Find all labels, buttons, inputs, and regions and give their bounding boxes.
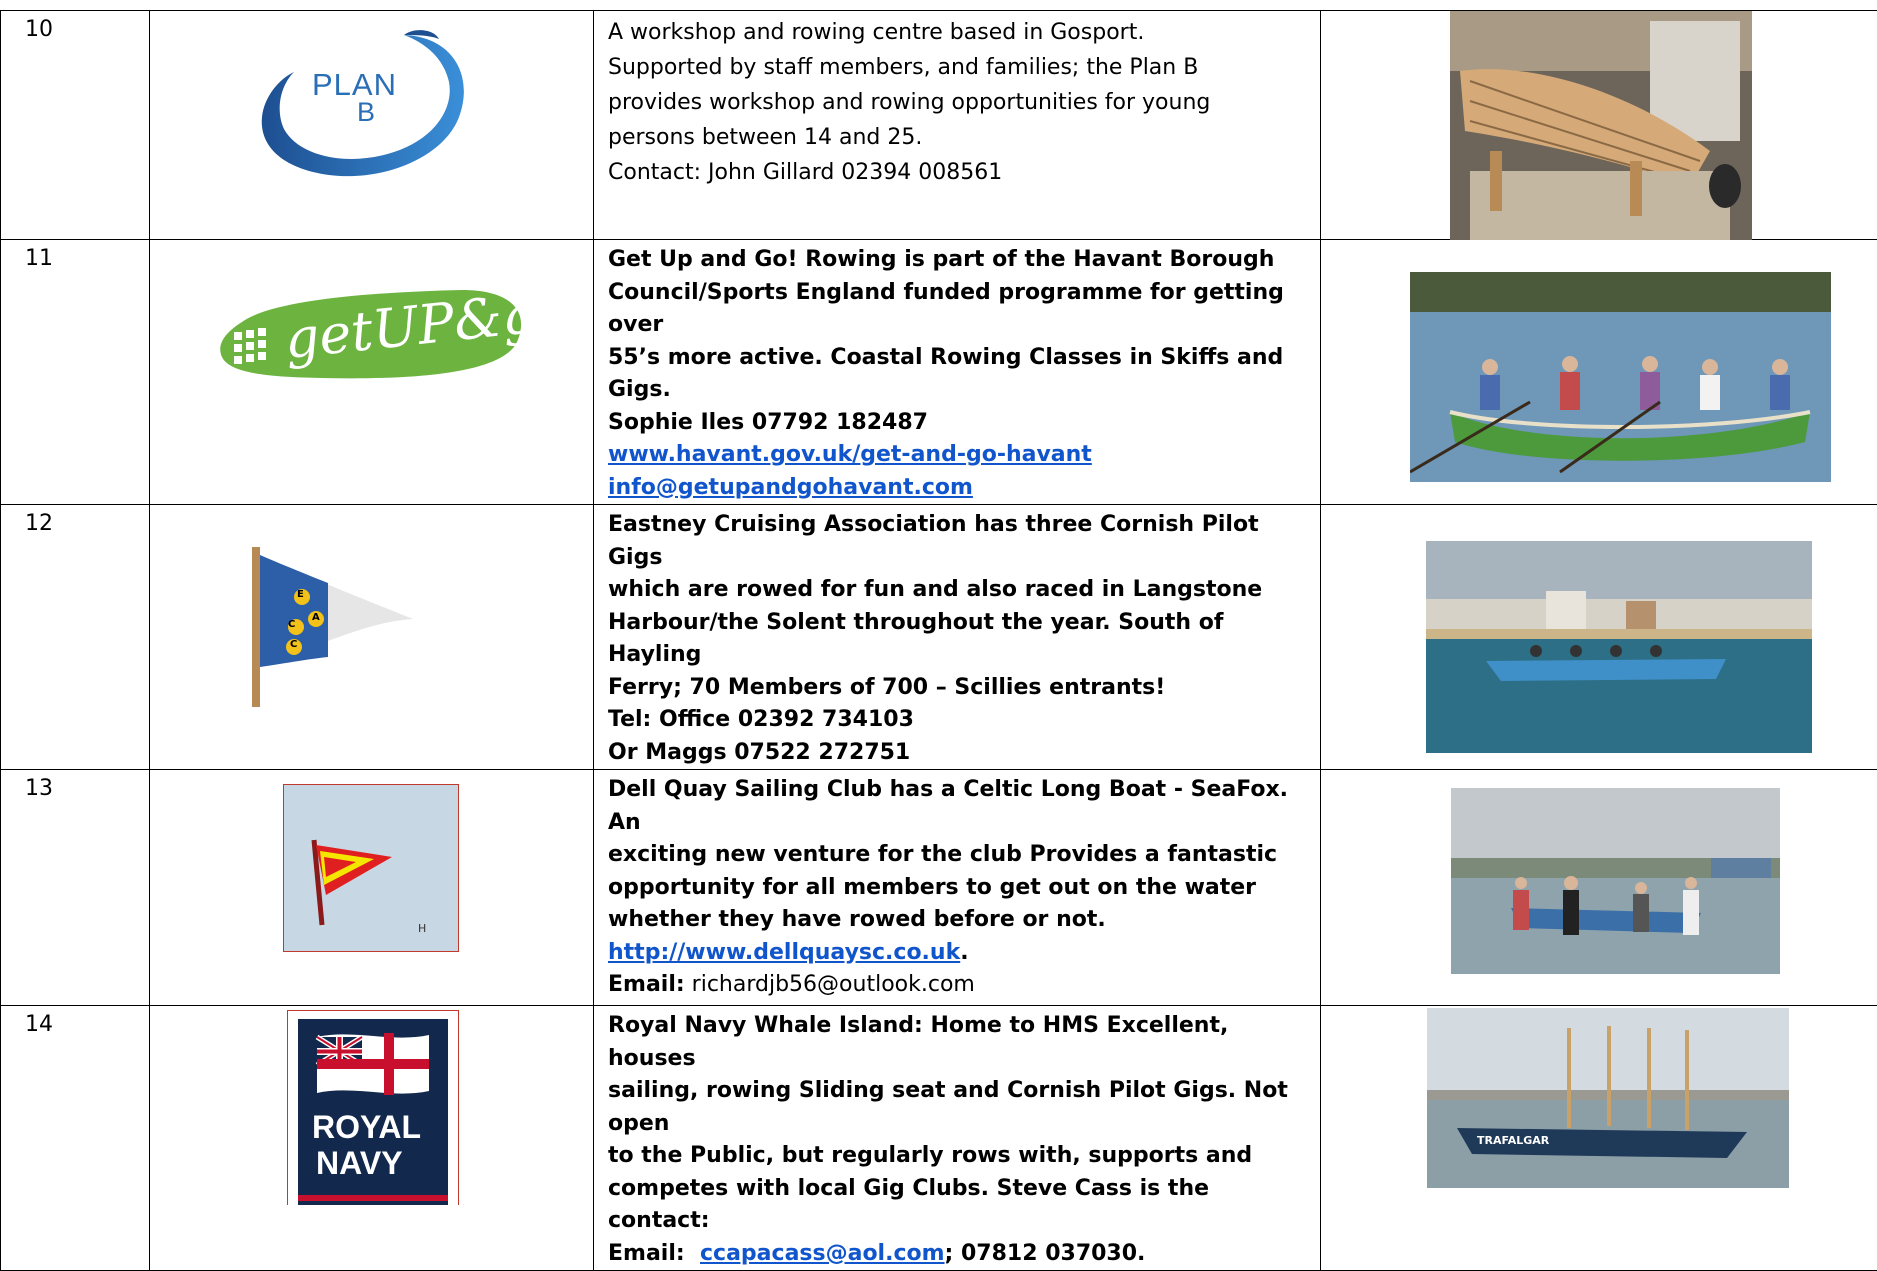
description-line: Get Up and Go! Rowing is part of the Hav… <box>608 244 1306 277</box>
logo-mark: H <box>418 922 426 935</box>
description-line: Supported by staff members, and families… <box>608 50 1306 85</box>
description-line: to the Public, but regularly rows with, … <box>608 1140 1306 1173</box>
burgee-letter: C <box>290 639 297 650</box>
table-row: 13 H Dell Quay Sailing Club has a Celtic… <box>1 770 1877 1006</box>
description-line: Tel: Office 02392 734103 <box>608 704 1306 737</box>
email-suffix: ; 07812 037030. <box>945 1241 1146 1266</box>
photo-cell <box>1321 505 1877 770</box>
table-row: 11 getUP&go! Get Up and Go! Rowing is pa… <box>1 240 1877 505</box>
description-cell: Royal Navy Whale Island: Home to HMS Exc… <box>594 1006 1321 1271</box>
plan-b-logo-line1: PLAN <box>312 67 397 103</box>
email-link[interactable]: ccapacass@aol.com <box>700 1241 945 1266</box>
description-line: whether they have rowed before or not. <box>608 904 1306 937</box>
description-cell: A workshop and rowing centre based in Go… <box>594 11 1321 240</box>
rowing-photo <box>1410 272 1831 482</box>
email-value: richardjb56@outlook.com <box>685 972 975 997</box>
description-line: 55’s more active. Coastal Rowing Classes… <box>608 342 1306 407</box>
royal-navy-logo-cell: ROYAL NAVY <box>150 1006 594 1271</box>
description-line: opportunity for all members to get out o… <box>608 872 1306 905</box>
burgee-letter: A <box>312 612 320 623</box>
email-label: Email: <box>608 972 685 997</box>
workshop-photo <box>1450 11 1752 240</box>
description-line: competes with local Gig Clubs. Steve Cas… <box>608 1173 1306 1238</box>
eastney-burgee-logo <box>248 547 428 707</box>
eastney-logo-cell: E C A C <box>150 505 594 770</box>
royal-navy-line1: ROYAL <box>312 1109 421 1146</box>
boat-name: TRAFALGAR <box>1477 1134 1549 1147</box>
description-line: Eastney Cruising Association has three C… <box>608 509 1306 574</box>
description-line: A workshop and rowing centre based in Go… <box>608 15 1306 50</box>
photo-cell <box>1321 11 1877 240</box>
description-line: Or Maggs 07522 272751 <box>608 737 1306 770</box>
row-number: 10 <box>1 11 150 240</box>
white-ensign-icon <box>312 1029 434 1099</box>
description-cell: Dell Quay Sailing Club has a Celtic Long… <box>594 770 1321 1006</box>
trafalgar-gig-photo: TRAFALGAR <box>1427 1008 1789 1188</box>
photo-cell <box>1321 770 1877 1006</box>
link-suffix: . <box>960 940 968 965</box>
photo-cell: TRAFALGAR <box>1321 1006 1877 1271</box>
description-line: Ferry; 70 Members of 700 – Scillies entr… <box>608 672 1306 705</box>
description-line: provides workshop and rowing opportuniti… <box>608 85 1306 120</box>
table-row: 14 ROYAL <box>1 1006 1877 1271</box>
description-line: sailing, rowing Sliding seat and Cornish… <box>608 1075 1306 1140</box>
longboat-photo <box>1451 788 1780 974</box>
description-line: exciting new venture for the club Provid… <box>608 839 1306 872</box>
row-number: 13 <box>1 770 150 1006</box>
description-line: Contact: John Gillard 02394 008561 <box>608 155 1306 190</box>
plan-b-logo-cell: PLAN B <box>150 11 594 240</box>
burgee-letter: E <box>297 589 304 600</box>
clubs-table: 10 PLAN B A workshop and rowing centre b… <box>0 10 1877 1271</box>
email-label: Email: <box>608 1241 700 1266</box>
website-link[interactable]: http://www.dellquaysc.co.uk <box>608 940 960 965</box>
description-line: Dell Quay Sailing Club has a Celtic Long… <box>608 774 1306 839</box>
table-row: 10 PLAN B A workshop and rowing centre b… <box>1 11 1877 240</box>
royal-navy-line2: NAVY <box>316 1145 403 1182</box>
description-line: Sophie Iles 07792 182487 <box>608 407 1306 440</box>
row-number: 11 <box>1 240 150 505</box>
description-line: Royal Navy Whale Island: Home to HMS Exc… <box>608 1010 1306 1075</box>
plan-b-logo-line2: B <box>357 97 375 128</box>
email-link[interactable]: info@getupandgohavant.com <box>608 475 973 500</box>
dell-quay-burgee-logo <box>283 784 459 952</box>
description-line: which are rowed for fun and also raced i… <box>608 574 1306 607</box>
description-line: Harbour/the Solent throughout the year. … <box>608 607 1306 672</box>
row-number: 12 <box>1 505 150 770</box>
royal-navy-logo: ROYAL NAVY <box>287 1010 459 1205</box>
photo-cell <box>1321 240 1877 505</box>
get-up-and-go-logo-cell: getUP&go! <box>150 240 594 505</box>
dell-quay-logo-cell: H <box>150 770 594 1006</box>
description-line: persons between 14 and 25. <box>608 120 1306 155</box>
row-number: 14 <box>1 1006 150 1271</box>
table-row: 12 E C A C Eastney Cruising Association … <box>1 505 1877 770</box>
gig-photo <box>1426 541 1812 753</box>
description-line: Council/Sports England funded programme … <box>608 277 1306 342</box>
website-link[interactable]: www.havant.gov.uk/get-and-go-havant <box>608 442 1092 467</box>
description-cell: Get Up and Go! Rowing is part of the Hav… <box>594 240 1321 505</box>
burgee-letter: C <box>288 619 295 630</box>
description-cell: Eastney Cruising Association has three C… <box>594 505 1321 770</box>
